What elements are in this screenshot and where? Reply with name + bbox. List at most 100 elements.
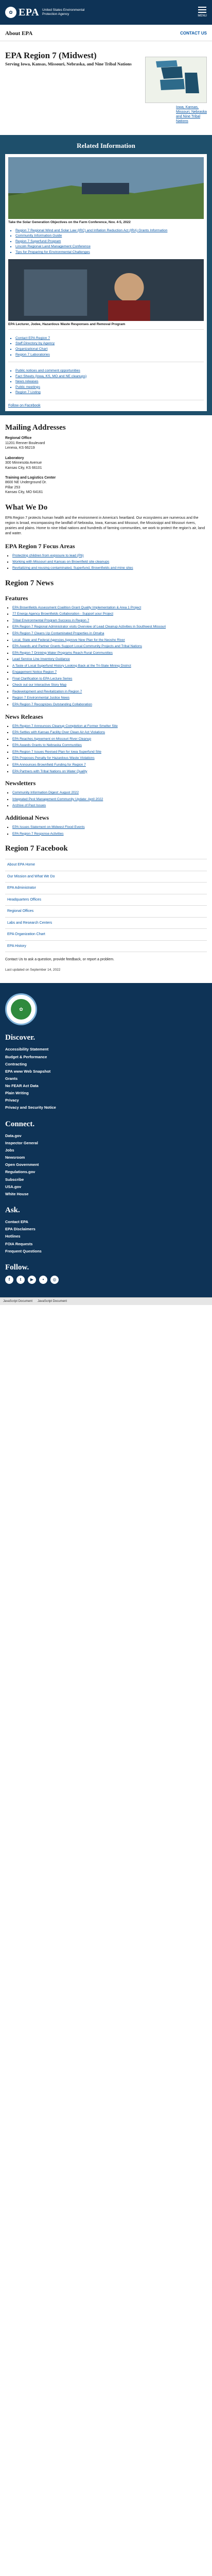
list-item[interactable]: 77 Energy Agency Brownfields Collaborati… — [12, 612, 207, 617]
list-item[interactable]: Revitalizing and reusing contaminated, S… — [12, 566, 207, 571]
list-item[interactable]: Accessibility Statement — [5, 1046, 207, 1053]
follow-box: Follow on Facebook — [8, 399, 204, 408]
list-item[interactable]: Community Information Guide — [15, 233, 204, 239]
list-item[interactable]: Tribal Environmental Program Success in … — [12, 618, 207, 623]
flickr-icon[interactable]: • — [39, 1276, 47, 1284]
list-item[interactable]: EPA www Web Snapshot — [5, 1068, 207, 1075]
list-item[interactable]: Public meetings — [15, 385, 204, 391]
list-item[interactable]: Open Government — [5, 1161, 207, 1168]
list-item[interactable]: EPA Organization Chart — [5, 929, 207, 941]
what-we-do-text: EPA Region 7 protects human health and t… — [5, 516, 205, 536]
list-item[interactable]: Region 7 Environmental Justice News — [12, 696, 207, 701]
list-item[interactable]: A Taste of Local Superfund History Looki… — [12, 664, 207, 669]
region-map[interactable]: Iowa, Kansas, Missouri, Nebraska and Nin… — [145, 56, 207, 124]
connect-heading: Connect. — [5, 1120, 35, 1128]
list-item[interactable]: Contracting — [5, 1061, 207, 1068]
list-item[interactable]: EPA Disclaimers — [5, 1226, 207, 1233]
list-item[interactable]: Frequent Questions — [5, 1248, 207, 1255]
list-item[interactable]: Contact EPA — [5, 1218, 207, 1226]
list-item[interactable]: EPA Region 7 Cleans Up Contaminated Prop… — [12, 631, 207, 636]
list-item[interactable]: EPA Issues Statement on Midwest Flood Ev… — [12, 825, 207, 830]
contact-us-note[interactable]: Contact Us to ask a question, provide fe… — [5, 957, 207, 962]
list-item[interactable]: EPA Settles with Kansas Facility Over Cl… — [12, 730, 207, 735]
list-item[interactable]: Grants — [5, 1075, 207, 1082]
list-item[interactable]: Final Clarification to EPA Lecture Serie… — [12, 676, 207, 682]
list-item[interactable]: Redevelopment and Revitalization in Regi… — [12, 689, 207, 694]
list-item[interactable]: White House — [5, 1191, 207, 1198]
list-item[interactable]: Regional Offices — [5, 906, 207, 918]
list-item[interactable]: Integrated Pest Management Community Upd… — [12, 797, 207, 802]
list-item[interactable]: Our Mission and What We Do — [5, 871, 207, 883]
browser-status-bar: JavaScript Document JavaScript Document — [0, 1297, 212, 1306]
facebook-icon[interactable]: f — [5, 1276, 13, 1284]
list-item[interactable]: Local, State and Federal Agencies Approv… — [12, 638, 207, 643]
list-item[interactable]: EPA Awards Grants to Nebraska Communitie… — [12, 743, 207, 748]
list-item[interactable]: EPA Region 7 Issues Revised Plan for Iow… — [12, 750, 207, 755]
list-item[interactable]: EPA Brownfields Assessment Coalition Gra… — [12, 605, 207, 611]
list-item[interactable]: Lead Service Line Inventory Guidance — [12, 657, 207, 662]
list-item[interactable]: EPA Awards and Partner Grants Support Lo… — [12, 644, 207, 649]
list-item[interactable]: Public notices and comment opportunities — [15, 368, 204, 374]
menu-button[interactable]: MENU — [198, 6, 207, 18]
list-item[interactable]: EPA Announces Brownfield Funding for Reg… — [12, 762, 207, 768]
list-item[interactable]: Staff Directory by Agency — [15, 341, 204, 347]
list-item[interactable]: Engagement Notice Region 7 — [12, 670, 207, 675]
list-item[interactable]: Jobs — [5, 1147, 207, 1154]
follow-facebook-link[interactable]: Follow on Facebook — [8, 404, 41, 408]
list-item[interactable]: Labs and Research Centers — [5, 918, 207, 929]
list-item[interactable]: EPA Administrator — [5, 883, 207, 894]
list-item[interactable]: EPA History — [5, 941, 207, 952]
list-item[interactable]: Newsroom — [5, 1154, 207, 1161]
list-item[interactable]: Working with Missouri and Kansas on Brow… — [12, 560, 207, 565]
list-item[interactable]: EPA Region 7 Announces Cleanup Completio… — [12, 724, 207, 729]
list-item[interactable]: Contact EPA Region 7 — [15, 336, 204, 342]
list-item[interactable]: Protecting children from exposure to lea… — [12, 553, 207, 558]
contact-us-link[interactable]: CONTACT US — [180, 31, 207, 37]
list-item[interactable]: Inspector General — [5, 1140, 207, 1147]
list-item[interactable]: EPA Reaches Agreement on Missouri River … — [12, 737, 207, 742]
epa-seal-icon: ✿ — [5, 993, 37, 1026]
list-item[interactable]: EPA Region 7 Recognizes Outstanding Coll… — [12, 702, 207, 707]
list-item[interactable]: Hotlines — [5, 1233, 207, 1240]
list-item[interactable]: News releases — [15, 379, 204, 385]
list-item[interactable]: EPA Region 7 Regional Administrator visi… — [12, 624, 207, 630]
instagram-icon[interactable]: ◎ — [50, 1276, 59, 1284]
list-item[interactable]: FOIA Requests — [5, 1241, 207, 1248]
about-epa-link[interactable]: About EPA — [5, 30, 32, 38]
list-item[interactable]: Region 7 Laboratories — [15, 352, 204, 358]
list-item[interactable]: Privacy and Security Notice — [5, 1104, 207, 1111]
list-item[interactable]: Region 7 Listing — [15, 390, 204, 396]
list-item[interactable]: No FEAR Act Data — [5, 1082, 207, 1090]
map-caption[interactable]: Iowa, Kansas, Missouri, Nebraska and Nin… — [176, 105, 207, 124]
list-item[interactable]: Plain Writing — [5, 1090, 207, 1097]
list-item[interactable]: USA.gov — [5, 1183, 207, 1191]
list-item[interactable]: Region 7 Regional Wind and Solar Law (IR… — [15, 228, 204, 234]
list-item[interactable]: Check out our Interactive Story Map — [12, 683, 207, 688]
list-item[interactable]: EPA Region 7 Drinking Water Programs Rea… — [12, 651, 207, 656]
list-item[interactable]: EPA Partners with Tribal Nations on Wate… — [12, 769, 207, 774]
list-item[interactable]: Subscribe — [5, 1176, 207, 1183]
list-item[interactable]: EPA Region 7 Response Activities — [12, 832, 207, 837]
status-text: JavaScript Document — [38, 1300, 67, 1303]
list-item[interactable]: Fact Sheets (Iowa, KS, MO and NE cleanup… — [15, 374, 204, 380]
list-item[interactable]: Data.gov — [5, 1132, 207, 1140]
news-features-list: EPA Brownfields Assessment Coalition Gra… — [5, 605, 207, 707]
list-item[interactable]: Budget & Performance — [5, 1054, 207, 1061]
list-item[interactable]: EPA Proposes Penalty for Hazardous Waste… — [12, 756, 207, 761]
list-item[interactable]: Privacy — [5, 1097, 207, 1104]
list-item[interactable]: Archive of Past Issues — [12, 803, 207, 808]
staff-caption[interactable]: EPA Lecturer, Jodee, Hazardous Waste Res… — [8, 323, 204, 327]
list-item[interactable]: About EPA Home — [5, 859, 207, 871]
epa-logo[interactable]: ✿ EPA — [5, 6, 39, 20]
list-item[interactable]: Community Information Digest: August 202… — [12, 790, 207, 795]
intro-section: EPA Region 7 (Midwest) Serving Iowa, Kan… — [5, 50, 207, 128]
youtube-icon[interactable]: ▶ — [28, 1276, 36, 1284]
list-item[interactable]: Regulations.gov — [5, 1168, 207, 1176]
list-item[interactable]: Organizational Chart — [15, 347, 204, 352]
list-item[interactable]: Headquarters Offices — [5, 894, 207, 906]
list-item[interactable]: Tips for Preparing for Environmental Cha… — [15, 250, 204, 256]
list-item[interactable]: Lincoln Regional Land Management Confere… — [15, 244, 204, 250]
twitter-icon[interactable]: t — [16, 1276, 25, 1284]
list-item[interactable]: Region 7 Superfund Program — [15, 239, 204, 245]
conference-caption[interactable]: Take the Solar Generation Objectives on … — [8, 221, 204, 225]
